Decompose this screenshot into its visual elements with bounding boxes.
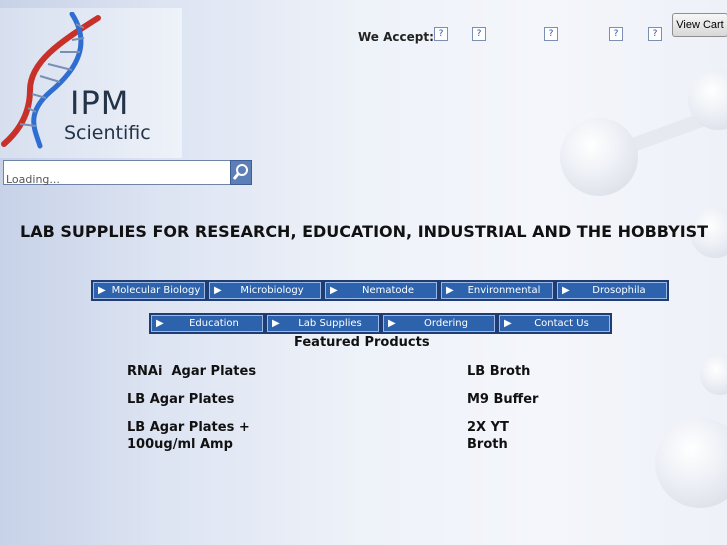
payment-card-icon: ?	[544, 27, 558, 41]
arrow-right-icon: ▶	[156, 318, 164, 329]
nav-lab-supplies[interactable]: ▶ Lab Supplies	[265, 313, 381, 334]
product-link-2x-yt-broth[interactable]: 2X YT Broth	[467, 419, 509, 453]
product-link-rnai-agar-plates[interactable]: RNAi Agar Plates	[127, 363, 256, 380]
view-cart-button[interactable]: View Cart	[672, 13, 727, 37]
product-link-lb-agar-plates[interactable]: LB Agar Plates	[127, 391, 234, 408]
product-link-lb-agar-plates-amp[interactable]: LB Agar Plates + 100ug/ml Amp	[127, 419, 250, 453]
molecule-sphere	[700, 355, 727, 395]
payment-card-icon: ?	[648, 27, 662, 41]
arrow-right-icon: ▶	[446, 285, 454, 296]
nav-ordering[interactable]: ▶ Ordering	[381, 313, 497, 334]
nav-molecular-biology[interactable]: ▶ Molecular Biology	[91, 280, 207, 301]
nav-environmental[interactable]: ▶ Environmental	[439, 280, 555, 301]
site-logo[interactable]: IPM Scientific	[0, 8, 182, 158]
product-link-m9-buffer[interactable]: M9 Buffer	[467, 391, 538, 408]
search-input[interactable]: Loading...	[3, 160, 231, 186]
payment-card-icon: ?	[472, 27, 486, 41]
search-button[interactable]	[230, 160, 252, 185]
nav-drosophila[interactable]: ▶ Drosophila	[555, 280, 669, 301]
arrow-right-icon: ▶	[98, 285, 106, 296]
we-accept-label: We Accept:	[358, 30, 434, 44]
logo-text-ipm: IPM	[70, 84, 130, 122]
payment-card-icon: ?	[609, 27, 623, 41]
nav-nematode[interactable]: ▶ Nematode	[323, 280, 439, 301]
nav-contact-us[interactable]: ▶ Contact Us	[497, 313, 612, 334]
arrow-right-icon: ▶	[272, 318, 280, 329]
arrow-right-icon: ▶	[562, 285, 570, 296]
product-link-lb-broth[interactable]: LB Broth	[467, 363, 530, 380]
arrow-right-icon: ▶	[504, 318, 512, 329]
arrow-right-icon: ▶	[330, 285, 338, 296]
payment-card-icon: ?	[434, 27, 448, 41]
logo-text-scientific: Scientific	[64, 122, 151, 144]
site-tagline: LAB SUPPLIES FOR RESEARCH, EDUCATION, IN…	[20, 222, 709, 241]
magnifier-icon	[232, 164, 248, 180]
featured-products-heading: Featured Products	[294, 335, 430, 350]
molecule-sphere	[560, 118, 638, 196]
arrow-right-icon: ▶	[388, 318, 396, 329]
nav-microbiology[interactable]: ▶ Microbiology	[207, 280, 323, 301]
arrow-right-icon: ▶	[214, 285, 222, 296]
molecule-sphere	[655, 418, 727, 508]
nav-education[interactable]: ▶ Education	[149, 313, 265, 334]
